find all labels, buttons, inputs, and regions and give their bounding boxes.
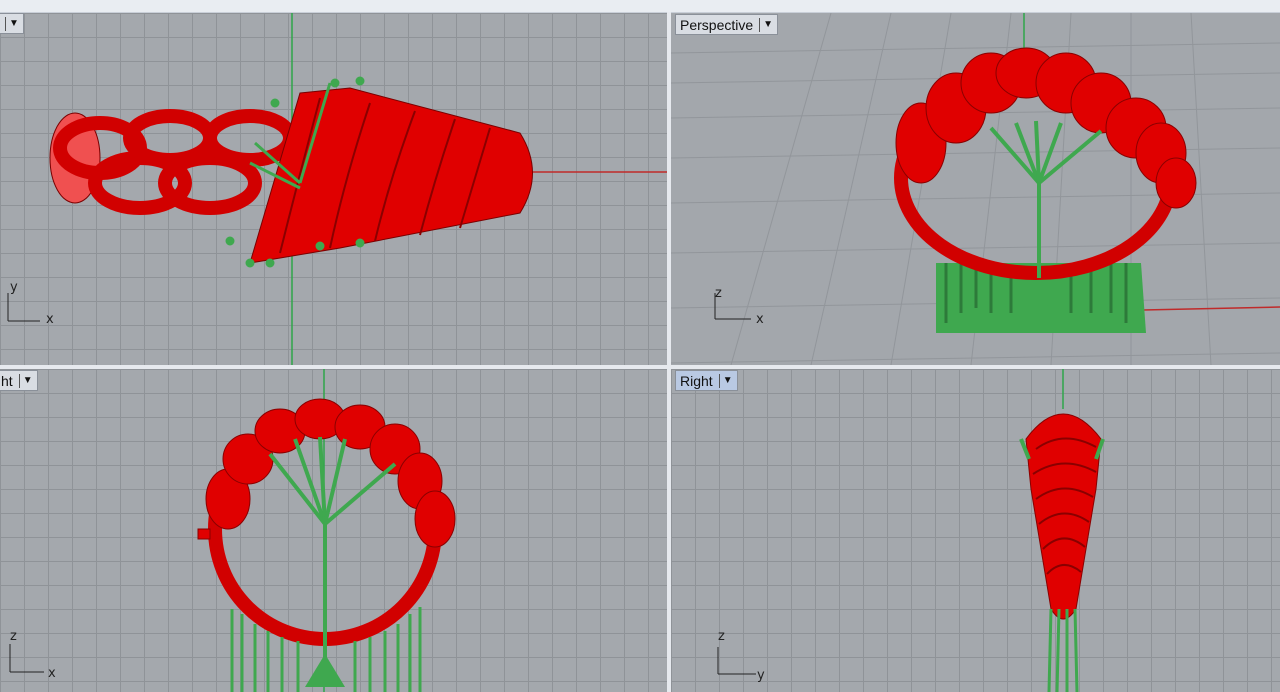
axis-label-v: z [10, 629, 17, 644]
viewport-top-menu[interactable]: ▼ [0, 13, 24, 34]
axis-label-h: x [756, 312, 764, 327]
front-view-canvas [9, 369, 456, 692]
viewport-right-label: Right [680, 372, 713, 389]
axis-label-h: x [48, 666, 56, 681]
viewport-divider-vertical[interactable] [667, 12, 671, 692]
axis-widget-front: z x [10, 629, 56, 681]
top-view-canvas [7, 13, 667, 365]
support-pins-right [1047, 608, 1079, 692]
viewport-perspective[interactable]: Perspective ▼ z x [671, 13, 1280, 365]
axis-label-v: z [715, 286, 722, 301]
axis-widget-perspective: z x [715, 286, 764, 327]
viewport-front[interactable]: ht ▼ z x [0, 369, 667, 692]
viewport-right[interactable]: Right ▼ z y [671, 369, 1280, 692]
viewport-perspective-label: Perspective [680, 16, 754, 33]
viewport-divider-horizontal[interactable] [0, 365, 1280, 369]
axis-label-v: z [718, 629, 725, 644]
dropdown-arrow-icon[interactable]: ▼ [759, 17, 773, 32]
support-tree-persp [989, 120, 1103, 278]
axis-widget-top: y x [10, 280, 54, 327]
axis-label-v: y [10, 280, 18, 295]
dropdown-arrow-icon[interactable]: ▼ [5, 16, 19, 31]
top-toolbar-strip [0, 0, 1280, 13]
viewport-front-menu[interactable]: ht ▼ [0, 370, 38, 391]
axis-label-h: x [46, 312, 54, 327]
dropdown-arrow-icon[interactable]: ▼ [18, 373, 33, 388]
viewport-perspective-menu[interactable]: Perspective ▼ [675, 14, 779, 35]
axis-label-h: y [757, 668, 765, 683]
viewport-top[interactable]: ▼ y x [0, 13, 667, 365]
viewport-front-label: ht [1, 372, 13, 389]
viewport-right-menu[interactable]: Right ▼ [675, 370, 738, 391]
dropdown-arrow-icon[interactable]: ▼ [718, 373, 733, 388]
axis-widget-right: z y [718, 629, 765, 683]
